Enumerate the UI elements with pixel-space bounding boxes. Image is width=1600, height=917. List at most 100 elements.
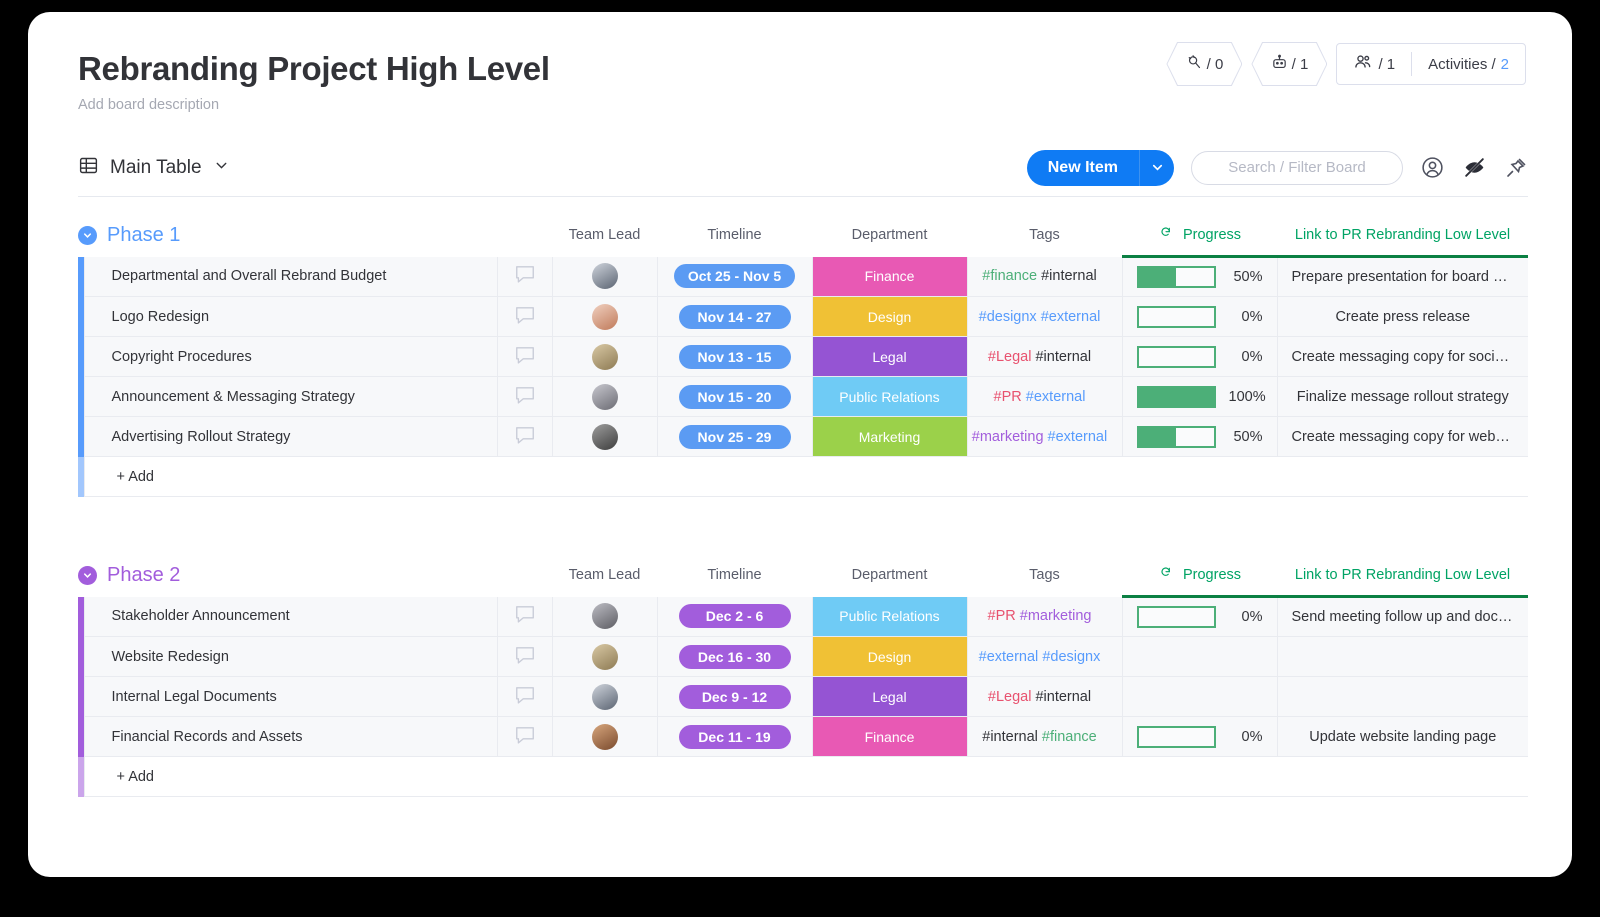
team-lead-avatar[interactable]: [551, 596, 658, 637]
team-lead-avatar[interactable]: [551, 336, 658, 377]
tag[interactable]: #marketing: [972, 429, 1044, 445]
timeline-cell[interactable]: Dec 16 - 30: [656, 636, 813, 677]
team-lead-avatar[interactable]: [551, 676, 658, 717]
progress-cell[interactable]: [1121, 676, 1278, 717]
link-cell[interactable]: Prepare presentation for board memb…: [1276, 255, 1528, 297]
column-header-team-lead[interactable]: Team Lead: [552, 215, 657, 255]
table-row[interactable]: Internal Legal Documents Dec 9 - 12 Legal #…: [78, 676, 1528, 717]
tag[interactable]: #Legal: [988, 349, 1032, 365]
tag[interactable]: #external: [1026, 389, 1086, 405]
collapse-toggle[interactable]: [78, 225, 97, 245]
tag[interactable]: #designx: [1042, 649, 1100, 665]
progress-cell[interactable]: 50%: [1121, 255, 1278, 297]
column-header-progress[interactable]: Progress: [1122, 215, 1277, 255]
column-header-tags[interactable]: Tags: [967, 555, 1122, 595]
progress-cell[interactable]: 100%: [1121, 376, 1278, 417]
tags-cell[interactable]: #external #designx: [966, 636, 1123, 677]
table-row[interactable]: Logo Redesign Nov 14 - 27 Design #designx #…: [78, 296, 1528, 337]
tags-cell[interactable]: #Legal #internal: [966, 676, 1123, 717]
integrations-badge[interactable]: / 1: [1251, 42, 1328, 86]
progress-bar[interactable]: [1136, 345, 1216, 368]
item-name[interactable]: Advertising Rollout Strategy: [83, 416, 498, 457]
item-name[interactable]: Financial Records and Assets: [83, 716, 498, 757]
department-cell[interactable]: Design: [811, 296, 968, 337]
team-lead-avatar[interactable]: [551, 296, 658, 337]
timeline-cell[interactable]: Nov 15 - 20: [656, 376, 813, 417]
column-header-link[interactable]: Link to PR Rebranding Low Level: [1277, 555, 1528, 595]
link-cell[interactable]: [1276, 636, 1528, 677]
tags-cell[interactable]: #marketing #external: [966, 416, 1123, 457]
team-lead-avatar[interactable]: [551, 716, 658, 757]
department-cell[interactable]: Finance: [811, 256, 968, 297]
link-cell[interactable]: Create messaging copy for social plat…: [1276, 336, 1528, 377]
progress-bar[interactable]: [1136, 606, 1216, 628]
eye-off-icon[interactable]: [1462, 155, 1487, 180]
tag[interactable]: #marketing: [1020, 608, 1092, 624]
department-cell[interactable]: Legal: [811, 336, 968, 377]
item-name[interactable]: Announcement & Messaging Strategy: [83, 376, 498, 417]
item-name[interactable]: Departmental and Overall Rebrand Budget: [83, 256, 498, 297]
item-name[interactable]: Stakeholder Announcement: [83, 596, 498, 637]
item-name[interactable]: Website Redesign: [83, 636, 498, 677]
column-header-timeline[interactable]: Timeline: [657, 215, 812, 255]
add-item-label[interactable]: + Add: [83, 456, 1528, 497]
add-item-label[interactable]: + Add: [83, 756, 1528, 797]
timeline-cell[interactable]: Dec 2 - 6: [656, 596, 813, 637]
tag[interactable]: #Legal: [988, 689, 1032, 705]
timeline-cell[interactable]: Nov 25 - 29: [656, 416, 813, 457]
new-item-chevron-down-icon[interactable]: [1140, 150, 1174, 186]
progress-bar[interactable]: [1136, 385, 1216, 408]
item-updates-button[interactable]: [497, 596, 553, 637]
item-updates-button[interactable]: [497, 256, 553, 297]
automations-badge[interactable]: / 0: [1166, 42, 1243, 86]
table-row[interactable]: Departmental and Overall Rebrand Budget O…: [78, 255, 1528, 297]
collapse-toggle[interactable]: [78, 565, 97, 585]
tag[interactable]: #finance: [982, 268, 1037, 284]
item-name[interactable]: Logo Redesign: [83, 296, 498, 337]
column-header-link[interactable]: Link to PR Rebranding Low Level: [1277, 215, 1528, 255]
item-updates-button[interactable]: [497, 716, 553, 757]
tags-cell[interactable]: #PR #external: [966, 376, 1123, 417]
group-title[interactable]: Phase 2: [107, 564, 180, 587]
item-updates-button[interactable]: [497, 636, 553, 677]
timeline-cell[interactable]: Dec 11 - 19: [656, 716, 813, 757]
item-updates-button[interactable]: [497, 376, 553, 417]
tag[interactable]: #finance: [1042, 729, 1097, 745]
tag[interactable]: #external: [1048, 429, 1108, 445]
team-lead-avatar[interactable]: [551, 256, 658, 297]
progress-cell[interactable]: 0%: [1121, 296, 1278, 337]
department-cell[interactable]: Design: [811, 636, 968, 677]
item-updates-button[interactable]: [497, 296, 553, 337]
timeline-cell[interactable]: Oct 25 - Nov 5: [656, 256, 813, 297]
team-lead-avatar[interactable]: [551, 416, 658, 457]
link-cell[interactable]: Update website landing page: [1276, 716, 1528, 757]
board-members[interactable]: / 1: [1337, 52, 1411, 76]
chevron-down-icon[interactable]: [213, 157, 230, 179]
tags-cell[interactable]: #internal #finance: [966, 716, 1123, 757]
tab-main-table[interactable]: Main Table: [78, 155, 230, 181]
table-row[interactable]: Copyright Procedures Nov 13 - 15 Legal #Leg…: [78, 336, 1528, 377]
tags-cell[interactable]: #PR #marketing: [966, 596, 1123, 637]
progress-cell[interactable]: 0%: [1121, 716, 1278, 757]
table-row[interactable]: Announcement & Messaging Strategy Nov 15 …: [78, 376, 1528, 417]
link-cell[interactable]: Send meeting follow up and documen…: [1276, 595, 1528, 637]
tags-cell[interactable]: #finance #internal: [966, 256, 1123, 297]
item-updates-button[interactable]: [497, 416, 553, 457]
column-header-department[interactable]: Department: [812, 215, 967, 255]
progress-cell[interactable]: 0%: [1121, 595, 1278, 637]
tag[interactable]: #external: [1041, 309, 1101, 325]
column-header-department[interactable]: Department: [812, 555, 967, 595]
timeline-cell[interactable]: Nov 14 - 27: [656, 296, 813, 337]
tag[interactable]: #external: [979, 649, 1039, 665]
search-input[interactable]: Search / Filter Board: [1191, 150, 1403, 185]
table-row[interactable]: Financial Records and Assets Dec 11 - 19 F…: [78, 716, 1528, 757]
link-cell[interactable]: [1276, 676, 1528, 717]
tags-cell[interactable]: #designx #external: [966, 296, 1123, 337]
item-name[interactable]: Internal Legal Documents: [83, 676, 498, 717]
department-cell[interactable]: Public Relations: [811, 376, 968, 417]
person-icon[interactable]: [1420, 155, 1445, 180]
progress-bar[interactable]: [1136, 725, 1216, 748]
link-cell[interactable]: Finalize message rollout strategy: [1276, 376, 1528, 417]
progress-cell[interactable]: 50%: [1121, 416, 1278, 457]
tag[interactable]: #internal: [1041, 268, 1097, 284]
